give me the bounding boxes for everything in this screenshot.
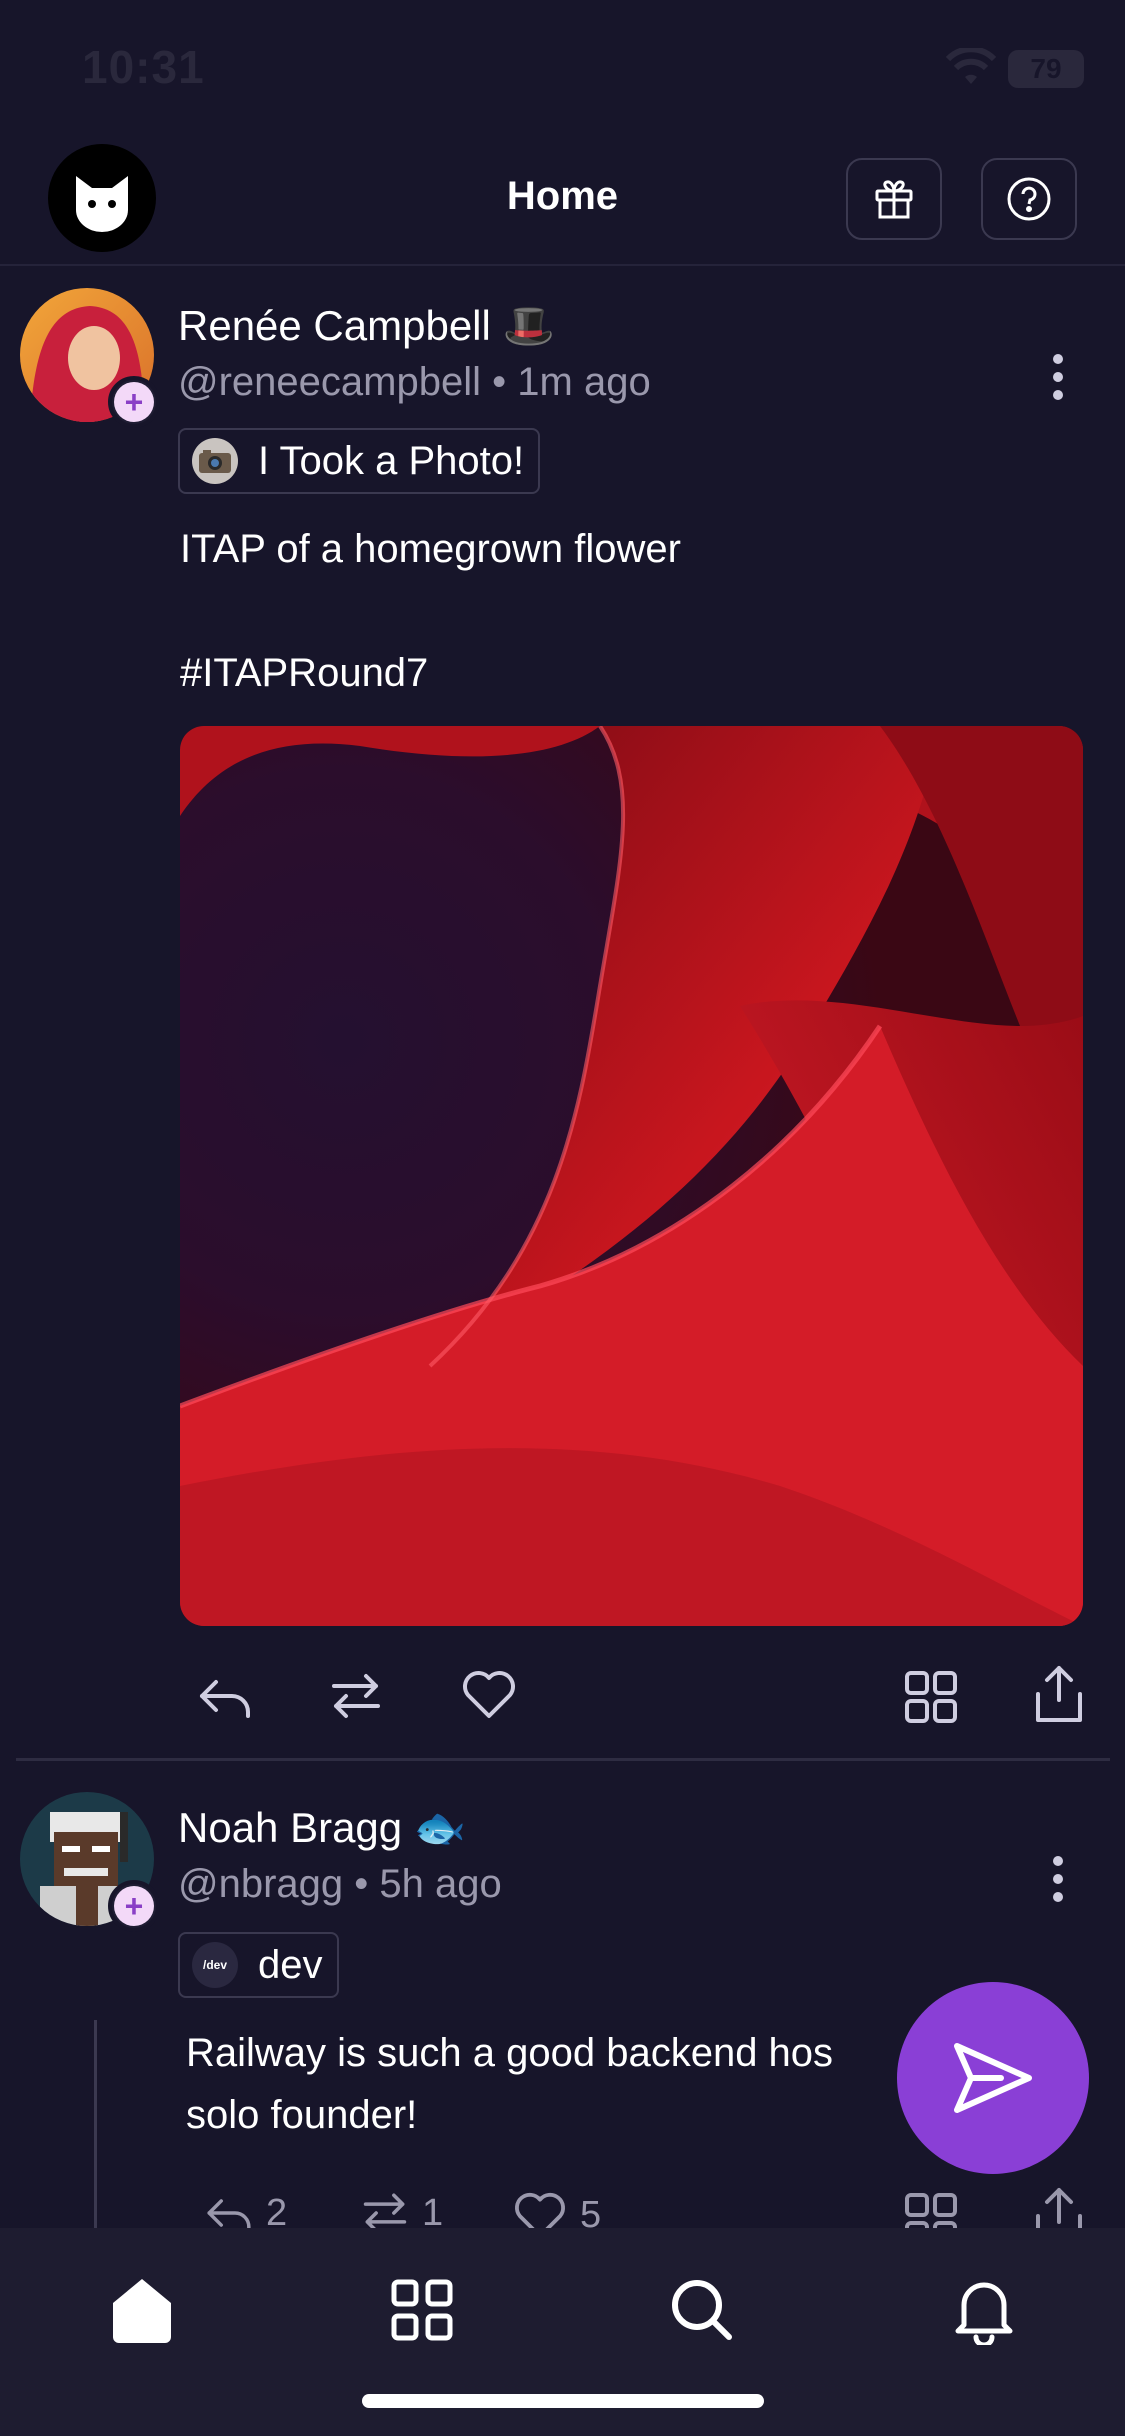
rose-photo [180,726,1083,1626]
meta-separator: • [492,360,507,404]
post-photo-rose[interactable] [180,726,1083,1626]
bell-icon [955,2282,1013,2345]
status-time: 10:31 [82,41,205,93]
thread-line [94,2020,97,2240]
gift-icon [875,180,913,219]
repost-button[interactable] [328,1670,384,1722]
meta-separator: • [354,1862,369,1906]
community-label: dev [258,1942,323,1987]
status-bar: 10:31 79 [0,0,1125,140]
author-meta: @reneecampbell • 1m ago [178,360,651,405]
author-name: Noah Bragg 🐟 [178,1804,466,1853]
post-text-continued: solo founder! [186,2093,418,2137]
tab-search[interactable] [660,2268,744,2352]
post-time: 1m ago [517,360,651,404]
community-label: I Took a Photo! [258,438,525,483]
post-text: Railway is such a good backend hos [186,2031,834,2075]
reply-button[interactable] [196,1670,254,1722]
top-header: Home [0,140,1125,266]
author-handle[interactable]: @nbragg [178,1862,343,1906]
add-to-feed-button[interactable] [904,1670,958,1724]
follow-noah-button[interactable]: + [108,1880,160,1932]
plus-icon: + [114,1886,154,1926]
app-screen: 10:31 79 Home + Renée Campbell 🎩 @reneec… [0,0,1125,2436]
home-icon [113,2279,171,2343]
send-icon [954,2043,1032,2113]
page-title: Home [506,174,619,218]
battery-indicator: 79 [1008,50,1084,88]
author-name-text: Renée Campbell [178,302,491,349]
community-chip-itap[interactable]: I Took a Photo! [178,428,541,494]
share-icon [1036,1666,1082,1722]
like-button[interactable] [460,1668,518,1720]
tab-home[interactable] [100,2268,184,2352]
help-icon [1007,177,1051,221]
author-meta: @nbragg • 5h ago [178,1862,502,1907]
fish-icon: 🐟 [413,1804,467,1851]
camera-glyph [199,450,231,473]
camera-icon [192,438,238,484]
heart-icon [463,1671,515,1718]
help-button[interactable] [981,158,1077,240]
more-options-icon[interactable] [1048,352,1068,402]
grid-icon [905,1671,957,1723]
reply-icon [200,1680,250,1718]
post-text: ITAP of a homegrown flower [180,527,681,571]
share-button[interactable] [1034,1664,1084,1724]
post-hashtag[interactable]: #ITAPRound7 [180,642,428,704]
author-handle[interactable]: @reneecampbell [178,360,481,404]
follow-renee-button[interactable]: + [108,376,160,428]
search-icon [672,2280,732,2340]
top-hat-icon: 🎩 [502,302,555,349]
dev-icon: /dev [192,1942,238,1988]
plus-icon: + [114,382,154,422]
gift-button[interactable] [846,158,942,240]
tab-feeds[interactable] [380,2268,464,2352]
post-divider [16,1758,1110,1761]
compose-button[interactable] [897,1982,1089,2174]
wifi-icon [946,48,996,84]
more-options-icon[interactable] [1048,1854,1068,1904]
battery-level: 79 [1030,53,1062,84]
author-name: Renée Campbell 🎩 [178,302,555,351]
repost-icon [332,1674,380,1718]
home-indicator [362,2394,764,2408]
dev-icon-text: /dev [202,1958,227,1972]
grid-icon [391,2279,453,2341]
community-chip-dev[interactable]: /dev dev [178,1932,339,1998]
post-time: 5h ago [379,1862,502,1906]
tab-notifications[interactable] [942,2268,1026,2352]
author-name-text: Noah Bragg [178,1804,403,1851]
